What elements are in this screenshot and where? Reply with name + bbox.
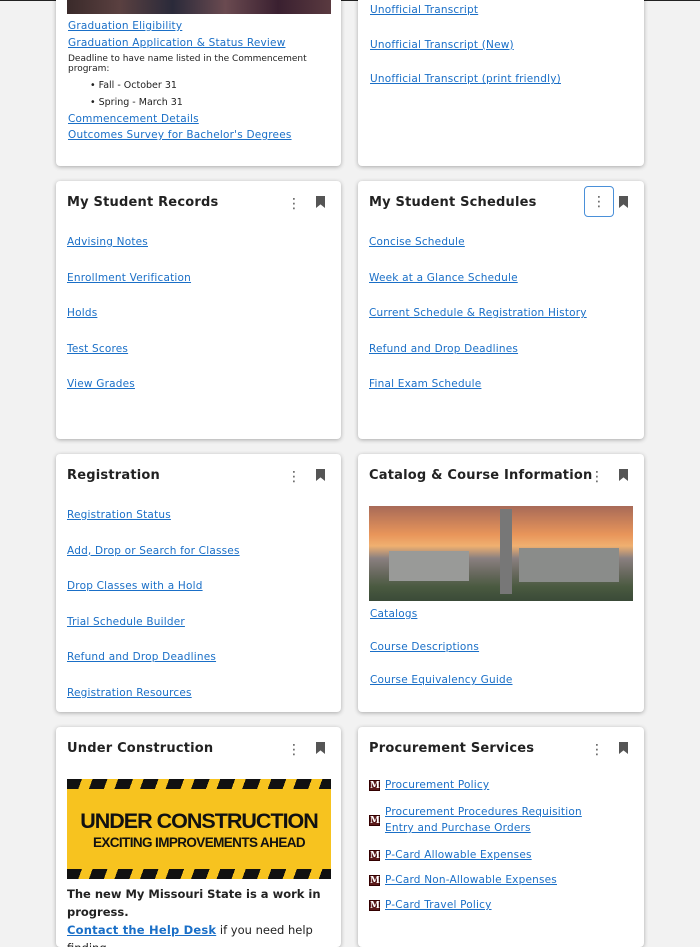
student-records-card: My Student Records ⋮ Advising Notes Enro… xyxy=(56,181,341,439)
current-schedule-link[interactable]: Current Schedule & Registration History xyxy=(369,306,634,321)
course-descriptions-link[interactable]: Course Descriptions xyxy=(370,641,513,653)
missouri-state-logo-icon: M xyxy=(369,849,380,861)
test-scores-link[interactable]: Test Scores xyxy=(67,342,331,357)
deadline-text: Deadline to have name listed in the Comm… xyxy=(68,54,307,74)
graduation-application-link[interactable]: Graduation Application & Status Review xyxy=(68,37,333,49)
drop-classes-hold-link[interactable]: Drop Classes with a Hold xyxy=(67,579,331,594)
student-schedules-card: My Student Schedules ⋮ Concise Schedule … xyxy=(358,181,644,439)
catalog-card: Catalog & Course Information ⋮ Catalogs … xyxy=(358,454,644,712)
pcard-travel-policy-link[interactable]: P-Card Travel Policy xyxy=(385,899,492,911)
transcripts-card: Unofficial Transcript Unofficial Transcr… xyxy=(358,0,644,166)
unofficial-transcript-print-link[interactable]: Unofficial Transcript (print friendly) xyxy=(370,72,561,87)
more-options-icon[interactable]: ⋮ xyxy=(281,737,307,763)
bookmark-icon[interactable] xyxy=(316,469,325,481)
deadline-spring: • Spring - March 31 xyxy=(90,97,183,108)
graduation-image xyxy=(67,0,331,14)
procurement-item: M P-Card Travel Policy xyxy=(369,899,614,911)
registration-resources-link[interactable]: Registration Resources xyxy=(67,686,331,701)
procurement-procedures-link[interactable]: Procurement Procedures Requisition Entry… xyxy=(385,804,614,836)
deadline-fall: • Fall - October 31 xyxy=(90,80,177,91)
missouri-state-logo-icon: M xyxy=(369,779,380,791)
registration-status-link[interactable]: Registration Status xyxy=(67,508,331,523)
procurement-item: M Procurement Procedures Requisition Entr… xyxy=(369,804,614,836)
trial-schedule-builder-link[interactable]: Trial Schedule Builder xyxy=(67,615,331,630)
missouri-state-logo-icon: M xyxy=(369,814,380,826)
unofficial-transcript-new-link[interactable]: Unofficial Transcript (New) xyxy=(370,38,561,53)
bookmark-icon[interactable] xyxy=(316,742,325,754)
card-title: Catalog & Course Information xyxy=(369,468,593,483)
advising-notes-link[interactable]: Advising Notes xyxy=(67,235,331,250)
deadline-spring-text: Spring - March 31 xyxy=(98,97,183,108)
more-options-icon[interactable]: ⋮ xyxy=(584,737,610,763)
card-title: Under Construction xyxy=(67,741,214,756)
missouri-state-logo-icon: M xyxy=(369,899,380,911)
banner-line1: UNDER CONSTRUCTION xyxy=(80,809,319,833)
bookmark-icon[interactable] xyxy=(619,469,628,481)
under-construction-banner: UNDER CONSTRUCTION EXCITING IMPROVEMENTS… xyxy=(67,779,331,879)
bookmark-icon[interactable] xyxy=(619,196,628,208)
more-options-icon[interactable]: ⋮ xyxy=(281,191,307,217)
procurement-card: Procurement Services ⋮ M Procurement Poli… xyxy=(358,727,644,947)
construction-body-text: The new My Missouri State is a work in p… xyxy=(67,887,321,919)
construction-body: The new My Missouri State is a work in p… xyxy=(67,885,331,947)
procurement-item: M P-Card Non-Allowable Expenses xyxy=(369,874,614,886)
procurement-item: M Procurement Policy xyxy=(369,779,614,791)
outcomes-survey-link[interactable]: Outcomes Survey for Bachelor's Degrees xyxy=(68,129,333,141)
view-grades-link[interactable]: View Grades xyxy=(67,377,331,392)
pcard-allowable-link[interactable]: P-Card Allowable Expenses xyxy=(385,849,532,861)
course-equivalency-link[interactable]: Course Equivalency Guide xyxy=(370,674,513,686)
campus-image xyxy=(369,506,633,601)
unofficial-transcript-link[interactable]: Unofficial Transcript xyxy=(370,3,561,18)
bookmark-icon[interactable] xyxy=(619,742,628,754)
under-construction-card: Under Construction ⋮ UNDER CONSTRUCTION … xyxy=(56,727,341,947)
card-title: My Student Schedules xyxy=(369,195,537,210)
week-at-glance-link[interactable]: Week at a Glance Schedule xyxy=(369,271,634,286)
pcard-non-allowable-link[interactable]: P-Card Non-Allowable Expenses xyxy=(385,874,557,886)
concise-schedule-link[interactable]: Concise Schedule xyxy=(369,235,634,250)
card-title: Procurement Services xyxy=(369,741,535,756)
deadline-fall-text: Fall - October 31 xyxy=(98,80,177,91)
procurement-policy-link[interactable]: Procurement Policy xyxy=(385,779,489,791)
banner-line2: EXCITING IMPROVEMENTS AHEAD xyxy=(92,835,306,850)
more-options-icon[interactable]: ⋮ xyxy=(281,464,307,490)
commencement-details-link[interactable]: Commencement Details xyxy=(68,113,333,125)
enrollment-verification-link[interactable]: Enrollment Verification xyxy=(67,271,331,286)
refund-drop-deadlines-link[interactable]: Refund and Drop Deadlines xyxy=(369,342,634,357)
bookmark-icon[interactable] xyxy=(316,196,325,208)
more-options-icon[interactable]: ⋮ xyxy=(584,186,614,217)
catalogs-link[interactable]: Catalogs xyxy=(370,608,513,620)
contact-help-desk-link[interactable]: Contact the Help Desk xyxy=(67,923,216,937)
card-title: Registration xyxy=(67,468,160,483)
graduation-card: Graduation Eligibility Graduation Applic… xyxy=(56,0,341,166)
refund-drop-deadlines-link[interactable]: Refund and Drop Deadlines xyxy=(67,650,331,665)
graduation-eligibility-link[interactable]: Graduation Eligibility xyxy=(68,20,333,32)
registration-card: Registration ⋮ Registration Status Add, … xyxy=(56,454,341,712)
card-title: My Student Records xyxy=(67,195,219,210)
procurement-item: M P-Card Allowable Expenses xyxy=(369,849,614,861)
missouri-state-logo-icon: M xyxy=(369,874,380,886)
more-options-icon[interactable]: ⋮ xyxy=(584,464,610,490)
final-exam-schedule-link[interactable]: Final Exam Schedule xyxy=(369,377,634,392)
add-drop-search-link[interactable]: Add, Drop or Search for Classes xyxy=(67,544,331,559)
holds-link[interactable]: Holds xyxy=(67,306,331,321)
